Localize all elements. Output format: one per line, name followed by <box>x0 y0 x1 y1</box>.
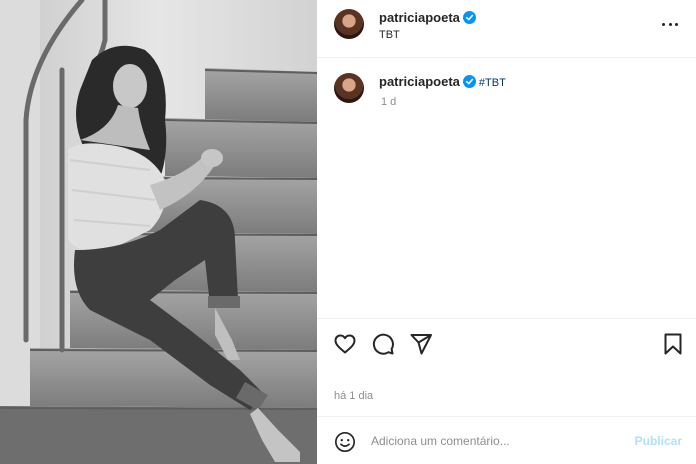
author-username-text[interactable]: patriciapoeta <box>379 10 460 25</box>
post-photo[interactable] <box>0 0 317 464</box>
post-header: patriciapoeta TBT <box>317 0 696 58</box>
comment-input[interactable] <box>371 429 621 453</box>
header-subtitle: TBT <box>379 29 400 41</box>
caption-time[interactable]: 1 d <box>381 96 396 108</box>
comment-icon[interactable] <box>371 332 395 356</box>
caption-username[interactable]: patriciapoeta <box>379 74 460 89</box>
photo-bw-woman-on-stairs <box>0 0 317 464</box>
emoji-icon[interactable] <box>334 431 356 453</box>
post-actions-bar <box>317 318 696 368</box>
post-caption: patriciapoeta #TBT 1 d <box>317 58 696 318</box>
share-icon[interactable] <box>409 332 433 356</box>
more-options-icon[interactable] <box>660 14 680 34</box>
comment-bar: Publicar <box>317 416 696 464</box>
post-side-panel: patriciapoeta TBT patriciapoeta #TBT 1 d <box>317 0 696 464</box>
post-date[interactable]: há 1 dia <box>334 390 373 402</box>
verified-badge-icon <box>462 11 476 24</box>
caption-hashtag[interactable]: #TBT <box>479 77 506 89</box>
publish-button[interactable]: Publicar <box>635 434 682 448</box>
caption-line: patriciapoeta #TBT <box>379 74 506 89</box>
author-username[interactable]: patriciapoeta <box>379 10 476 25</box>
bookmark-icon[interactable] <box>661 332 685 356</box>
verified-badge-icon <box>462 75 476 88</box>
author-avatar[interactable] <box>334 9 364 39</box>
heart-icon[interactable] <box>333 332 357 356</box>
caption-avatar[interactable] <box>334 73 364 103</box>
